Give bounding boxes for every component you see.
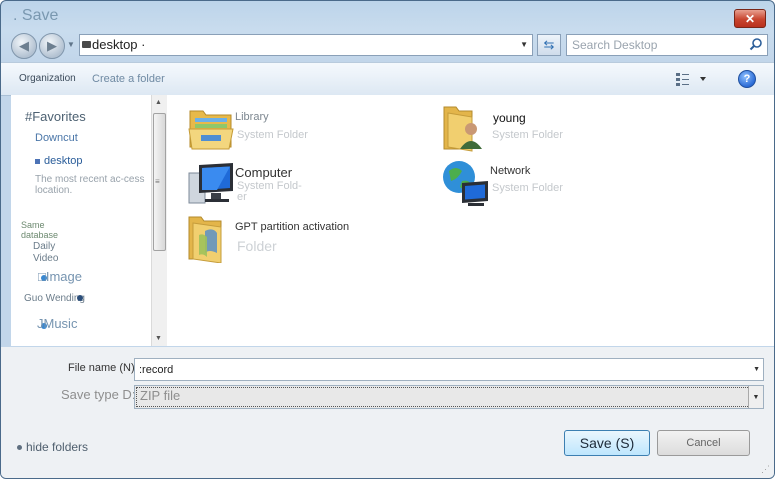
save-button[interactable]: Save (S): [564, 430, 650, 456]
favorites-heading[interactable]: #Favorites: [25, 109, 86, 124]
sidebar-item-label: Image: [45, 269, 82, 284]
save-dialog: . Save ✕ ◀ ▶ ▼ desktop · ▼ ⇆ Organizatio…: [0, 0, 775, 479]
desktop-icon: [82, 41, 91, 48]
list-item[interactable]: young System Folder: [442, 103, 682, 153]
sidebar-item-downloads[interactable]: Downcut: [35, 132, 78, 144]
save-type-value: ZIP file: [140, 388, 181, 403]
sidebar-item-daily[interactable]: Daily: [33, 241, 55, 252]
computer-icon: [188, 163, 233, 204]
address-text: desktop ·: [92, 37, 146, 52]
file-type: System Folder: [492, 129, 563, 141]
save-type-select[interactable]: ZIP file ▼: [134, 385, 764, 409]
scroll-up-icon[interactable]: ▲: [155, 99, 162, 106]
sidebar-item-guo-wending[interactable]: Guo Wending: [24, 293, 85, 304]
file-type: Folder: [237, 238, 277, 254]
file-list: Library System Folder young System Folde…: [167, 95, 774, 346]
file-type: System Fold-er: [237, 180, 302, 203]
file-type: System Folder: [492, 182, 563, 194]
user-icon: [77, 295, 83, 301]
refresh-button[interactable]: ⇆: [537, 34, 561, 56]
sidebar-item-label: desktop: [44, 155, 83, 167]
hide-folders-toggle[interactable]: hide folders: [17, 440, 88, 454]
title-bar: . Save ✕: [1, 1, 774, 31]
arrow-left-icon: ◀: [19, 38, 29, 53]
arrow-right-icon: ▶: [47, 38, 57, 53]
hide-folders-label: hide folders: [26, 440, 89, 454]
list-item[interactable]: GPT partition activation Folder: [187, 213, 427, 263]
user-folder-icon: [443, 106, 482, 152]
file-name-combobox: ▼: [134, 358, 764, 381]
recent-places-hint: The most recent ac-cess location.: [35, 174, 145, 196]
help-button[interactable]: ?: [738, 70, 756, 88]
navigation-pane-scrollbar[interactable]: ▲ ≡ ▼: [151, 95, 167, 346]
sidebar-item-image[interactable]: □Image: [38, 269, 82, 284]
sidebar-item-video[interactable]: Video: [33, 253, 58, 264]
organize-button[interactable]: Organization: [19, 73, 76, 84]
file-name-input[interactable]: [137, 361, 741, 379]
scroll-down-icon[interactable]: ▼: [155, 335, 162, 342]
file-name: young: [493, 111, 526, 125]
close-icon: ✕: [744, 11, 756, 26]
sidebar-item-prefix: □: [38, 269, 46, 284]
search-input[interactable]: [570, 36, 744, 54]
libraries-heading[interactable]: Same database: [21, 220, 81, 240]
sidebar-item-music[interactable]: JMusic: [37, 316, 77, 331]
chevron-down-icon[interactable]: ▼: [748, 386, 763, 408]
cancel-button[interactable]: Cancel: [657, 430, 750, 456]
refresh-icon: ⇆: [543, 37, 555, 52]
desktop-icon: [35, 158, 40, 164]
file-name: Library: [235, 111, 269, 123]
list-item[interactable]: Network System Folder: [442, 159, 682, 209]
list-item[interactable]: Computer System Fold-er: [187, 159, 427, 209]
views-icon[interactable]: [675, 71, 709, 87]
dialog-title: . Save: [13, 7, 59, 24]
chevron-down-icon[interactable]: ▼: [753, 366, 760, 373]
help-icon: ?: [743, 73, 751, 85]
search-box: [566, 34, 768, 56]
network-icon: [443, 161, 488, 206]
chevron-up-icon: [17, 445, 22, 451]
address-bar[interactable]: desktop · ▼: [79, 34, 533, 56]
file-name: GPT partition activation: [235, 221, 350, 233]
save-options-area: File name (N) ▼ Save type D: ZIP file ▼ …: [1, 347, 774, 478]
focus-rectangle: [136, 387, 750, 407]
close-button[interactable]: ✕: [734, 9, 766, 28]
navigation-bar: ◀ ▶ ▼ desktop · ▼ ⇆: [1, 31, 774, 61]
back-button[interactable]: ◀: [11, 33, 37, 59]
navigation-pane: #Favorites Downcut desktop The most rece…: [11, 95, 151, 346]
recent-locations-dropdown[interactable]: ▼: [67, 40, 75, 49]
forward-button[interactable]: ▶: [39, 33, 65, 59]
search-icon[interactable]: [749, 37, 763, 51]
file-name-label: File name (N): [68, 362, 135, 374]
file-type: System Folder: [237, 129, 308, 141]
resize-grip-icon[interactable]: ⋰: [761, 464, 770, 475]
sidebar-item-label: Music: [43, 316, 78, 331]
chevron-down-icon[interactable]: ▼: [520, 40, 528, 49]
folder-icon: [188, 216, 222, 263]
new-folder-button[interactable]: Create a folder: [92, 73, 165, 85]
command-toolbar: Organization Create a folder ?: [1, 62, 774, 96]
file-name: Computer: [235, 165, 293, 180]
scrollbar-grip-icon: ≡: [155, 177, 160, 186]
list-item[interactable]: Library System Folder: [187, 103, 427, 153]
file-name: Network: [490, 165, 531, 177]
sidebar-item-desktop[interactable]: desktop: [35, 155, 83, 167]
save-type-label: Save type D:: [61, 387, 136, 402]
library-icon: [188, 110, 234, 150]
